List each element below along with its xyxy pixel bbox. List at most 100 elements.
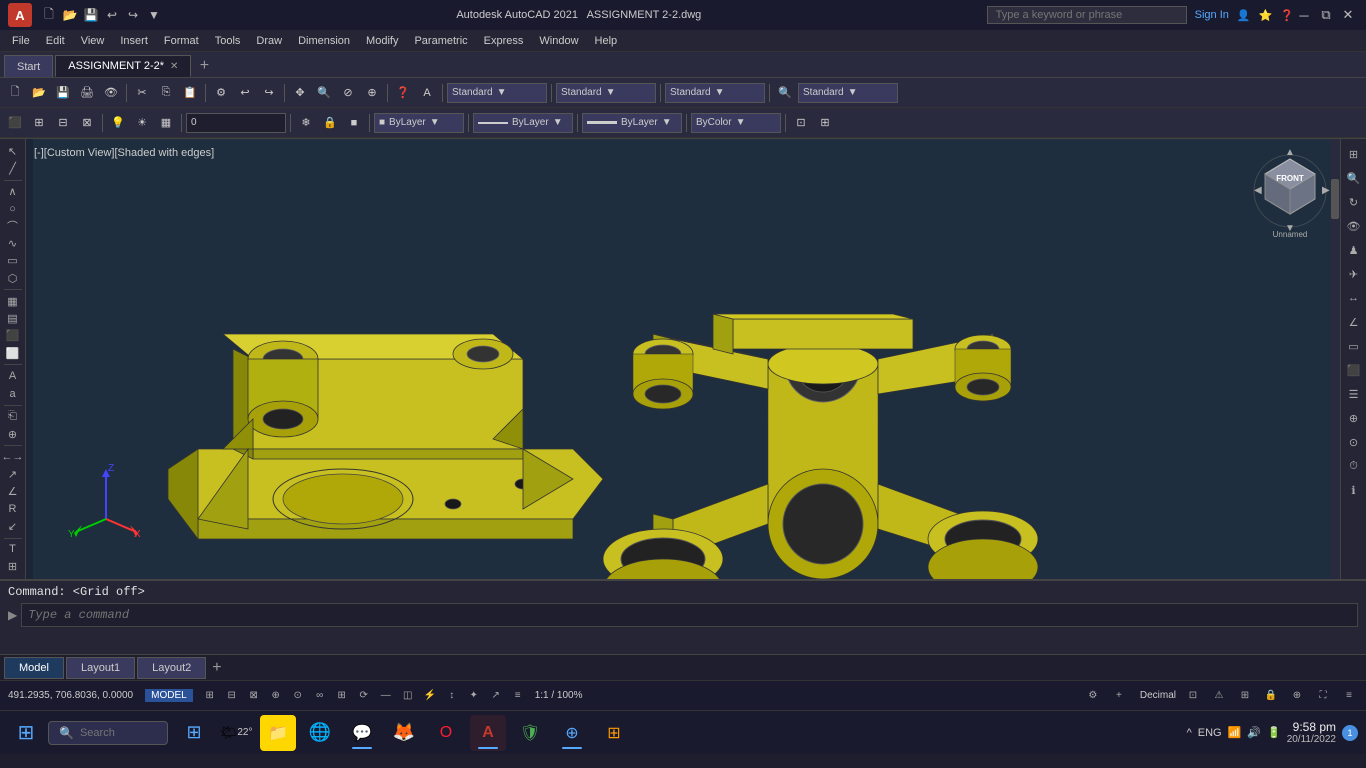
lt-dim-leader[interactable]: ↙ <box>2 518 24 534</box>
snap-btn[interactable]: ⊞ <box>201 687 219 705</box>
more-btn[interactable]: ▼ <box>145 6 163 24</box>
taskbar-widgets[interactable]: ⊞ <box>176 715 212 751</box>
rt-list[interactable]: ☰ <box>1343 383 1365 405</box>
tb-ucs[interactable]: ⊞ <box>28 112 50 134</box>
taskbar-search[interactable]: 🔍 <box>48 721 168 745</box>
tab-assignment[interactable]: ASSIGNMENT 2-2* ✕ <box>55 55 191 77</box>
tb-pan[interactable]: ✥ <box>289 82 311 104</box>
textstyle-dropdown[interactable]: Standard▼ <box>447 83 547 103</box>
sel-cycling-btn[interactable]: ↕ <box>443 687 461 705</box>
taskbar-firefox[interactable]: 🦊 <box>386 715 422 751</box>
tb-materials[interactable]: ▦ <box>155 112 177 134</box>
tray-sound[interactable]: 🔊 <box>1247 726 1261 739</box>
rt-fly[interactable]: ✈ <box>1343 263 1365 285</box>
lt-mtext[interactable]: A <box>2 368 24 384</box>
tb-paste[interactable]: 📋 <box>179 82 201 104</box>
menu-edit[interactable]: Edit <box>38 33 73 49</box>
lt-pick[interactable]: ↖ <box>2 143 24 159</box>
rt-area[interactable]: ▭ <box>1343 335 1365 357</box>
rt-distance[interactable]: ↔ <box>1343 287 1365 309</box>
tb-zoom-prev[interactable]: ⊘ <box>337 82 359 104</box>
tb-plot[interactable]: 🖨 <box>76 82 98 104</box>
lt-rect[interactable]: ▭ <box>2 253 24 269</box>
open-btn[interactable]: 📂 <box>61 6 79 24</box>
lt-dim-radius[interactable]: R <box>2 501 24 517</box>
lt-circle[interactable]: ○ <box>2 201 24 217</box>
taskbar-shield[interactable]: 🛡 <box>512 715 548 751</box>
transparency-btn[interactable]: ◫ <box>399 687 417 705</box>
lt-attdef[interactable]: ⊕ <box>2 426 24 442</box>
layout-add-btn[interactable]: + <box>208 659 225 677</box>
polar-btn[interactable]: ⊕ <box>267 687 285 705</box>
rt-pan[interactable]: ⊞ <box>1343 143 1365 165</box>
3dosnap-btn[interactable]: ✦ <box>465 687 483 705</box>
tab-add-btn[interactable]: + <box>193 55 215 77</box>
tb-model-tools[interactable]: ⬛ <box>4 112 26 134</box>
taskbar-teams[interactable]: 💬 <box>344 715 380 751</box>
taskbar-opera[interactable]: O <box>428 715 464 751</box>
menu-help[interactable]: Help <box>587 33 626 49</box>
layer-input[interactable] <box>186 113 286 133</box>
taskbar-edge[interactable]: 🌐 <box>302 715 338 751</box>
minimize-btn[interactable]: ─ <box>1294 5 1314 25</box>
rt-time[interactable]: ⏱ <box>1343 455 1365 477</box>
taskbar-weather[interactable]: 🌤 22° <box>218 715 254 751</box>
tb-matchprop[interactable]: ⚙ <box>210 82 232 104</box>
osnap-btn[interactable]: ⊙ <box>289 687 307 705</box>
otrack-btn[interactable]: ∞ <box>311 687 329 705</box>
dimstyle-dropdown[interactable]: Standard▼ <box>556 83 656 103</box>
title-search-input[interactable] <box>987 6 1187 24</box>
viewport-scrollbar[interactable] <box>1330 139 1340 579</box>
viewport[interactable]: [-][Custom View][Shaded with edges] <box>26 139 1340 579</box>
time-date-display[interactable]: 9:58 pm 20/11/2022 <box>1287 720 1336 745</box>
menu-draw[interactable]: Draw <box>248 33 290 49</box>
tb-text[interactable]: A <box>416 82 438 104</box>
tb-snap[interactable]: ⊟ <box>52 112 74 134</box>
save-btn[interactable]: 💾 <box>82 6 100 24</box>
tb-grid-tools[interactable]: ⊠ <box>76 112 98 134</box>
tab-start[interactable]: Start <box>4 55 53 77</box>
taskbar-autocad[interactable]: A <box>470 715 506 751</box>
taskbar-file-explorer[interactable]: 📁 <box>260 715 296 751</box>
customize-btn[interactable]: ≡ <box>1340 687 1358 705</box>
tb-search[interactable]: 🔍 <box>774 82 796 104</box>
ducs-btn[interactable]: ⊞ <box>333 687 351 705</box>
tb-copy[interactable]: ⎘ <box>155 82 177 104</box>
tab-model[interactable]: Model <box>4 657 64 679</box>
menu-dimension[interactable]: Dimension <box>290 33 358 49</box>
rt-id[interactable]: ⊙ <box>1343 431 1365 453</box>
drawing-scale-btn[interactable]: ⊡ <box>1184 687 1202 705</box>
rt-look[interactable]: 👁 <box>1343 215 1365 237</box>
lt-gradient[interactable]: ▤ <box>2 310 24 326</box>
tb-freeze[interactable]: ❄ <box>295 112 317 134</box>
tb-save[interactable]: 💾 <box>52 82 74 104</box>
tb-lock[interactable]: 🔒 <box>319 112 341 134</box>
lt-dtext[interactable]: a <box>2 385 24 401</box>
tray-lang[interactable]: ENG <box>1198 727 1222 739</box>
menu-window[interactable]: Window <box>531 33 586 49</box>
annotation-monitor[interactable]: ⚠ <box>1210 687 1228 705</box>
menu-file[interactable]: File <box>4 33 38 49</box>
plotstyle-dropdown[interactable]: ByColor▼ <box>691 113 781 133</box>
lt-polyline[interactable]: ∧ <box>2 183 24 199</box>
restore-btn[interactable]: ⧉ <box>1316 5 1336 25</box>
scrollbar-thumb[interactable] <box>1331 179 1339 219</box>
tb-new[interactable]: 🗋 <box>4 82 26 104</box>
tray-chevron[interactable]: ^ <box>1187 727 1192 739</box>
lock-ui-btn[interactable]: 🔒 <box>1262 687 1280 705</box>
lt-dim-linear[interactable]: ←→ <box>2 449 24 465</box>
command-input[interactable] <box>21 603 1358 627</box>
tb-preview[interactable]: 👁 <box>100 82 122 104</box>
tab-layout1[interactable]: Layout1 <box>66 657 135 679</box>
rt-orbit[interactable]: ↻ <box>1343 191 1365 213</box>
workspace-btn[interactable]: ⊞ <box>1236 687 1254 705</box>
rt-angle[interactable]: ∠ <box>1343 311 1365 333</box>
view-cube[interactable]: FRONT ▲ ▼ ◀ ▶ Unnamed <box>1250 149 1330 229</box>
tab-close-icon[interactable]: ✕ <box>170 61 178 72</box>
multileader-dropdown[interactable]: Standard▼ <box>798 83 898 103</box>
qp-btn[interactable]: ⚡ <box>421 687 439 705</box>
tablestyle-dropdown[interactable]: Standard▼ <box>665 83 765 103</box>
tb-open[interactable]: 📂 <box>28 82 50 104</box>
rt-zoom[interactable]: 🔍 <box>1343 167 1365 189</box>
menu-express[interactable]: Express <box>476 33 532 49</box>
